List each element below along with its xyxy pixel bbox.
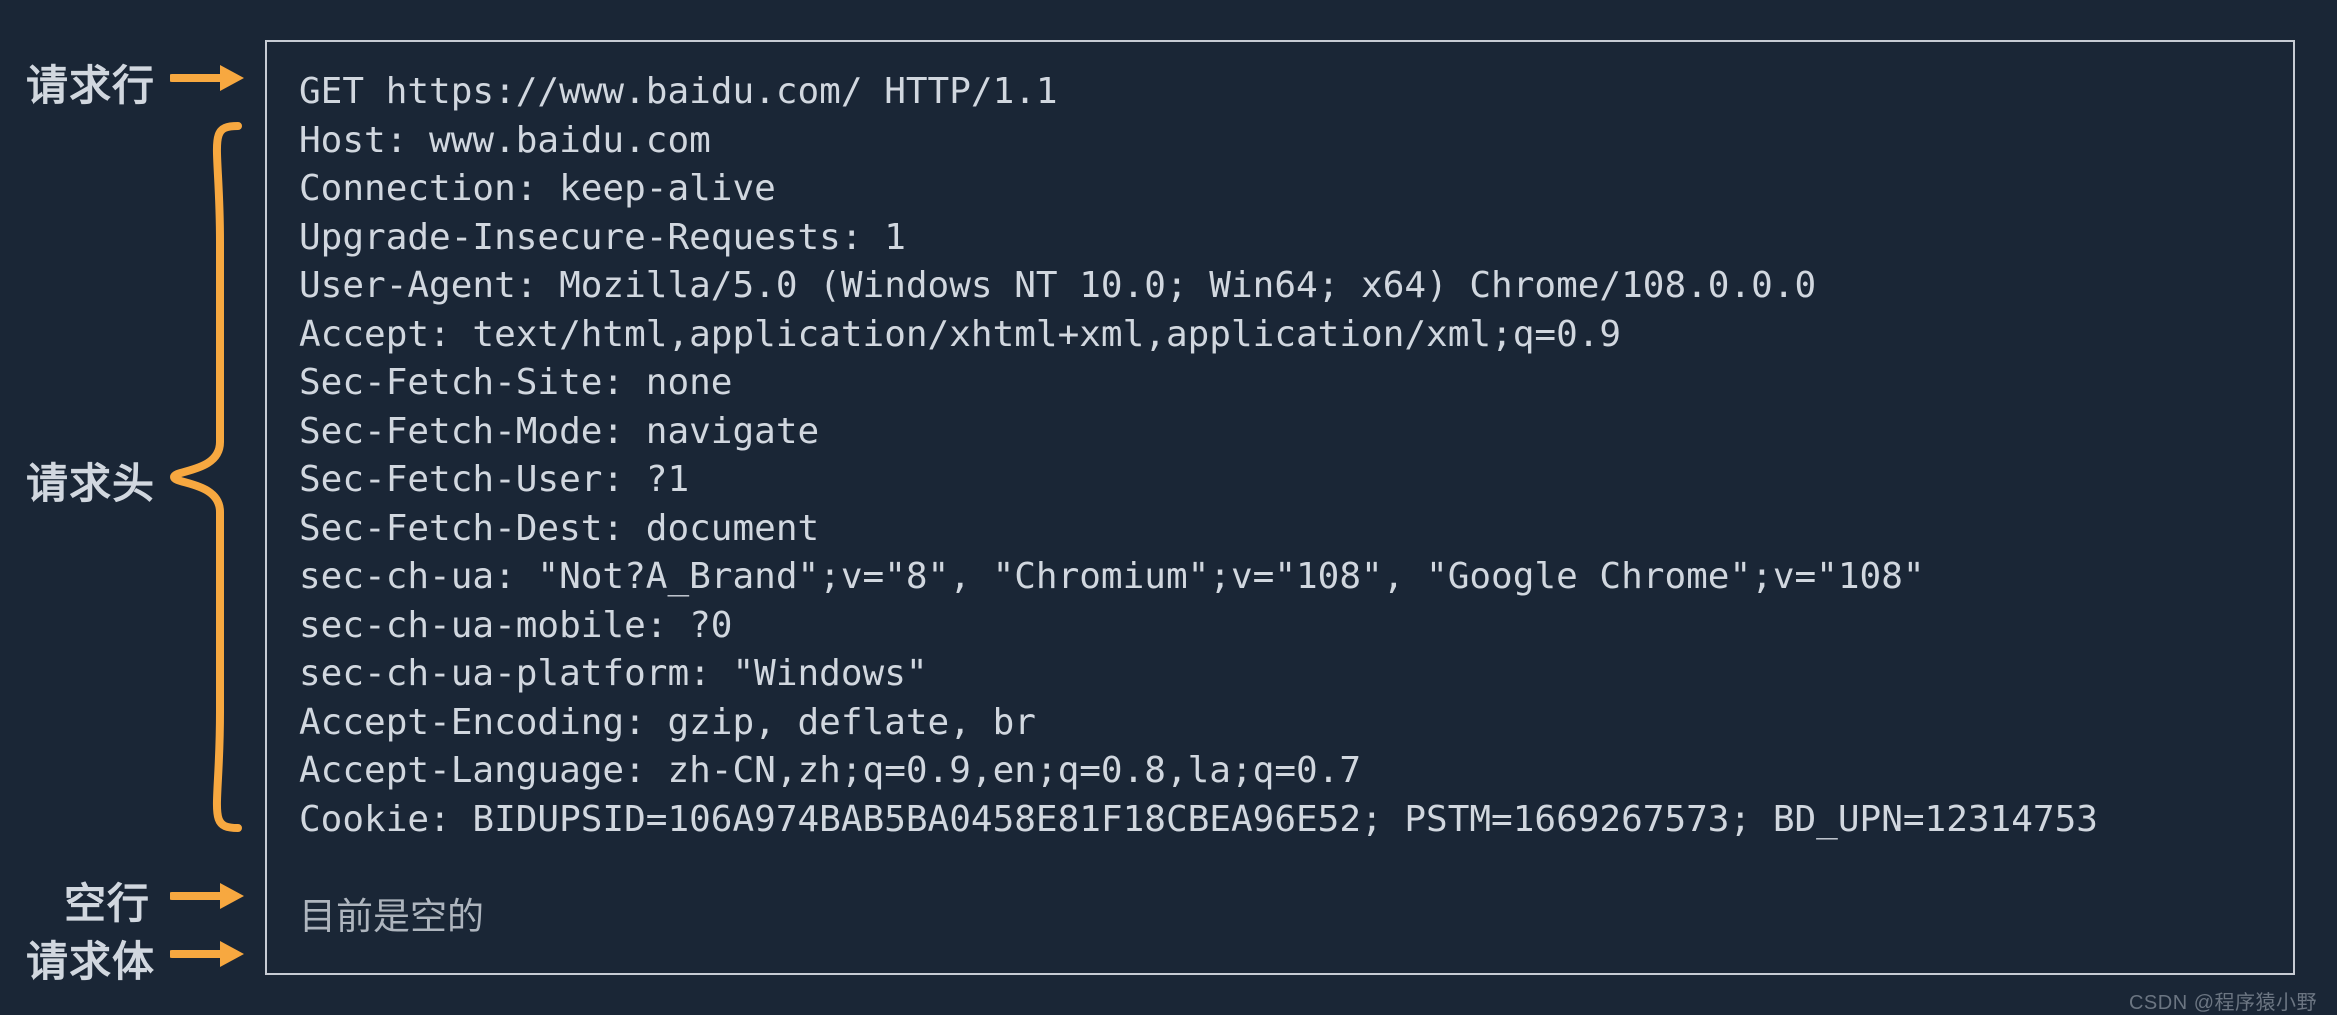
header-lines: Host: www.baidu.comConnection: keep-aliv… bbox=[299, 117, 2273, 845]
label-request-body: 请求体 bbox=[15, 928, 155, 989]
label-blank-line: 空行 bbox=[40, 870, 150, 931]
header-line: Accept-Encoding: gzip, deflate, br bbox=[299, 699, 2273, 748]
header-line: Accept-Language: zh-CN,zh;q=0.9,en;q=0.8… bbox=[299, 747, 2273, 796]
arrow-icon bbox=[170, 878, 245, 914]
brace-icon bbox=[166, 122, 246, 832]
header-line: sec-ch-ua-mobile: ?0 bbox=[299, 602, 2273, 651]
blank-line-row bbox=[299, 844, 2273, 893]
header-line: User-Agent: Mozilla/5.0 (Windows NT 10.0… bbox=[299, 262, 2273, 311]
header-line: Connection: keep-alive bbox=[299, 165, 2273, 214]
diagram-stage: 请求行 请求头 空行 请求体 GET https://www.baidu.com… bbox=[0, 0, 2337, 1015]
arrow-icon bbox=[170, 936, 245, 972]
header-line: Upgrade-Insecure-Requests: 1 bbox=[299, 214, 2273, 263]
arrow-icon bbox=[170, 60, 245, 96]
request-line-text: GET https://www.baidu.com/ HTTP/1.1 bbox=[299, 68, 2273, 117]
header-line: sec-ch-ua: "Not?A_Brand";v="8", "Chromiu… bbox=[299, 553, 2273, 602]
header-line: sec-ch-ua-platform: "Windows" bbox=[299, 650, 2273, 699]
header-line: Sec-Fetch-Dest: document bbox=[299, 505, 2273, 554]
request-body-text: 目前是空的 bbox=[299, 893, 2273, 941]
header-line: Host: www.baidu.com bbox=[299, 117, 2273, 166]
header-line: Cookie: BIDUPSID=106A974BAB5BA0458E81F18… bbox=[299, 796, 2273, 845]
watermark-text: CSDN @程序猿小野 bbox=[2129, 986, 2317, 1015]
header-line: Sec-Fetch-Site: none bbox=[299, 359, 2273, 408]
header-line: Accept: text/html,application/xhtml+xml,… bbox=[299, 311, 2273, 360]
http-message-panel: GET https://www.baidu.com/ HTTP/1.1 Host… bbox=[265, 40, 2295, 975]
label-request-headers: 请求头 bbox=[15, 450, 155, 511]
label-request-line: 请求行 bbox=[15, 52, 155, 113]
header-line: Sec-Fetch-Mode: navigate bbox=[299, 408, 2273, 457]
header-line: Sec-Fetch-User: ?1 bbox=[299, 456, 2273, 505]
